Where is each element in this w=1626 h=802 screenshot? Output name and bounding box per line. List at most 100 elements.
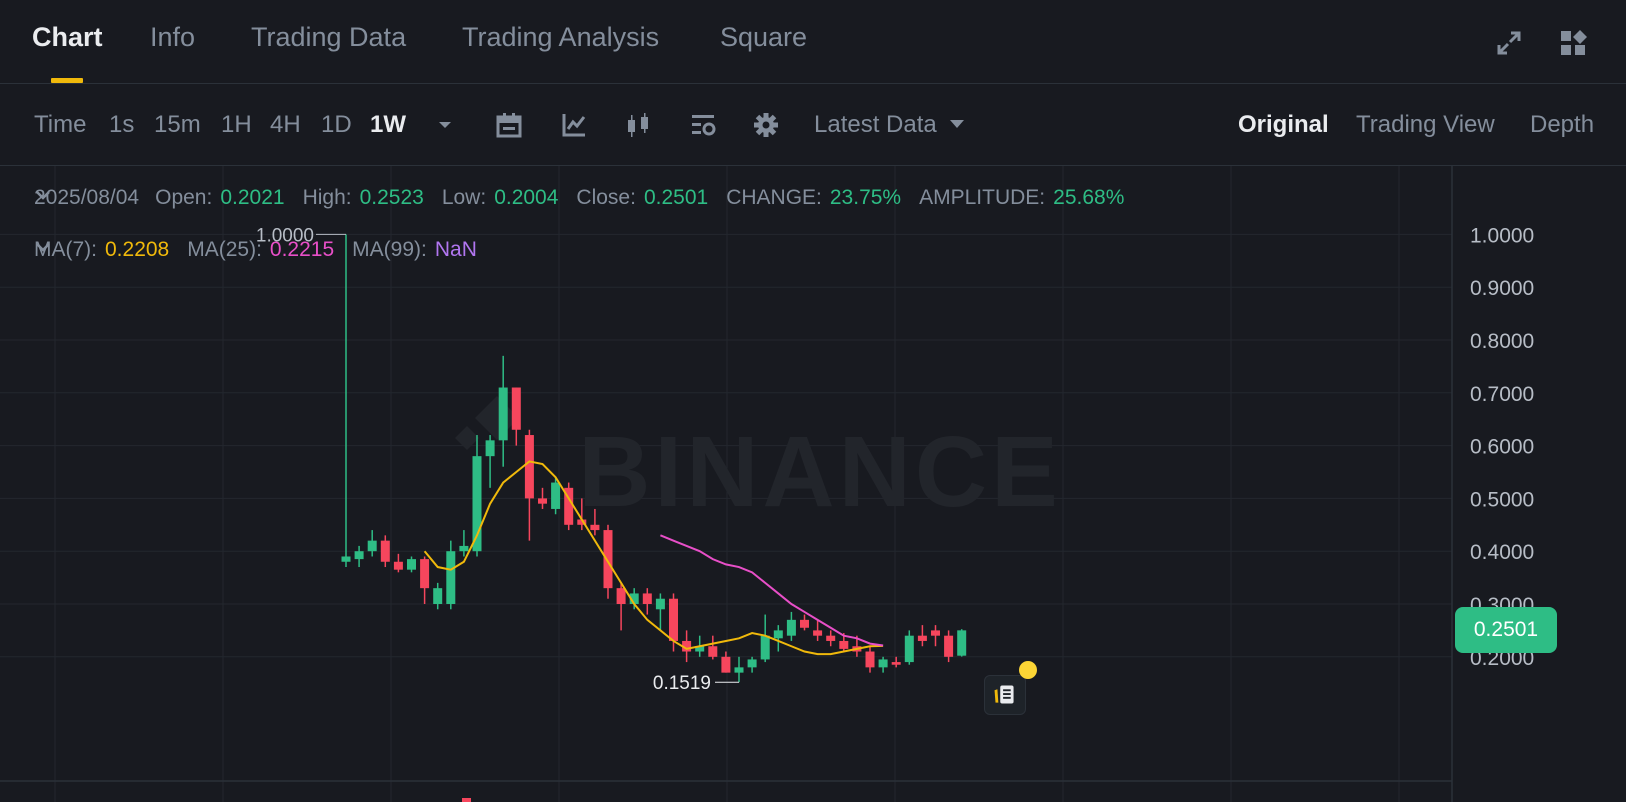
widgets-icon[interactable] — [1558, 28, 1588, 58]
timeframe-1d[interactable]: 1D — [321, 111, 352, 139]
tab-info[interactable]: Info — [150, 22, 195, 53]
candle-body — [538, 498, 547, 504]
candle-body — [931, 630, 940, 636]
candle-body — [420, 559, 430, 589]
y-tick-label: 0.4000 — [1470, 541, 1534, 564]
chart-toolbar: Time 1s 15m 1H 4H 1D 1W Latest Data Orig… — [0, 84, 1626, 166]
candle-body — [826, 635, 836, 641]
candle-body — [747, 659, 757, 668]
candle-body — [917, 635, 927, 641]
candle-body — [393, 561, 403, 570]
candle-body — [590, 524, 600, 531]
ma7-value: 0.2208 — [105, 238, 170, 261]
candle-body — [708, 646, 718, 657]
legend-change-value: 23.75% — [829, 186, 902, 209]
layout-icon[interactable] — [689, 111, 717, 139]
legend-close-label: Close: — [576, 186, 636, 209]
legend-high-value: 0.2523 — [359, 186, 424, 209]
candle-body — [669, 598, 678, 641]
notification-dot — [1018, 661, 1037, 680]
candle-body — [616, 588, 626, 604]
candle-body — [511, 387, 521, 430]
legend-low-label: Low: — [441, 186, 487, 209]
legend-open-label: Open: — [155, 186, 213, 209]
indicator-icon[interactable] — [560, 111, 588, 139]
ma99-value: NaN — [434, 238, 477, 261]
annotation-button[interactable] — [983, 675, 1026, 716]
view-depth[interactable]: Depth — [1530, 111, 1594, 139]
note-icon — [994, 685, 1014, 704]
candle-body — [380, 540, 390, 562]
candle-body — [603, 530, 613, 589]
candle-body — [485, 440, 495, 457]
candle-body — [786, 619, 796, 636]
candle-body — [957, 630, 967, 656]
timeframe-1s[interactable]: 1s — [109, 111, 134, 139]
candle-body — [891, 662, 901, 665]
timeframe-1w[interactable]: 1W — [370, 111, 406, 139]
calendar-icon[interactable] — [495, 111, 523, 139]
min-price-label: 0.1519 — [653, 673, 711, 694]
legend-high-label: High: — [302, 186, 352, 209]
candle-body — [524, 435, 534, 499]
candle-body — [839, 640, 849, 649]
candle-body — [354, 551, 364, 560]
legend-amplitude-label: AMPLITUDE: — [919, 186, 1046, 209]
y-tick-label: 0.5000 — [1470, 488, 1534, 511]
candle-body — [813, 630, 823, 636]
ma-legend: MA(7): 0.2208 MA(25): 0.2215 MA(99): NaN — [34, 238, 495, 262]
fullscreen-icon[interactable] — [1494, 28, 1524, 58]
timeframe-15m[interactable]: 15m — [154, 111, 201, 139]
candle-body — [721, 656, 731, 673]
collapse-chevron-icon[interactable] — [34, 186, 52, 204]
latest-data-dropdown[interactable]: Latest Data — [814, 111, 937, 139]
candle-type-icon[interactable] — [624, 111, 652, 139]
y-tick-label: 0.7000 — [1470, 383, 1534, 406]
latest-data-chevron-icon[interactable] — [944, 114, 970, 136]
timeframe-1h[interactable]: 1H — [221, 111, 252, 139]
legend-amplitude-value: 25.68% — [1053, 186, 1125, 209]
settings-icon[interactable] — [752, 111, 780, 139]
ma25-label: MA(25): — [187, 238, 262, 261]
candle-body — [341, 556, 351, 562]
watermark-text: BINANCE — [578, 416, 1062, 528]
candle-body — [904, 635, 914, 663]
tab-chart[interactable]: Chart — [32, 22, 103, 53]
timeframe-4h[interactable]: 4H — [270, 111, 301, 139]
current-price-badge: 0.2501 — [1455, 607, 1557, 654]
ma25-line — [660, 534, 884, 647]
y-tick-label: 0.8000 — [1470, 330, 1534, 353]
view-trading-view[interactable]: Trading View — [1356, 111, 1495, 139]
candle-body — [407, 559, 416, 570]
candle-body — [944, 635, 954, 657]
active-tab-indicator — [51, 78, 83, 83]
legend-low-value: 0.2004 — [494, 186, 559, 209]
y-tick-label: 0.9000 — [1470, 277, 1534, 300]
legend-open-value: 0.2021 — [220, 186, 285, 209]
candle-body — [773, 630, 783, 639]
ma99-label: MA(99): — [352, 238, 427, 261]
price-chart[interactable]: BINANCE 1.0000 0.9000 0.8000 0.7000 0.6000 0.5… — [0, 166, 1626, 802]
view-original[interactable]: Original — [1238, 111, 1329, 139]
candle-body — [655, 598, 665, 610]
tab-trading-data[interactable]: Trading Data — [251, 22, 406, 53]
tab-trading-analysis[interactable]: Trading Analysis — [462, 22, 659, 53]
candle-body — [462, 798, 471, 802]
candle-body — [446, 551, 456, 604]
candle-body — [367, 540, 377, 552]
candle-body — [800, 619, 809, 628]
candle-body — [865, 651, 875, 668]
candle-body — [433, 588, 443, 604]
candle-body — [551, 482, 561, 509]
y-tick-label: 1.0000 — [1470, 224, 1534, 247]
tab-square[interactable]: Square — [720, 22, 807, 53]
legend-close-value: 0.2501 — [643, 186, 709, 209]
candle-body — [878, 659, 888, 668]
ohlc-legend: 2025/08/04 Open: 0.2021 High: 0.2523 Low… — [34, 186, 1142, 210]
time-label: Time — [34, 111, 87, 138]
collapse-chevron-icon[interactable] — [34, 238, 52, 256]
candle-body — [459, 545, 469, 552]
candle-body — [760, 635, 770, 660]
timeframe-dropdown-icon[interactable] — [432, 114, 458, 136]
top-tab-bar: Chart Info Trading Data Trading Analysis… — [0, 0, 1626, 84]
